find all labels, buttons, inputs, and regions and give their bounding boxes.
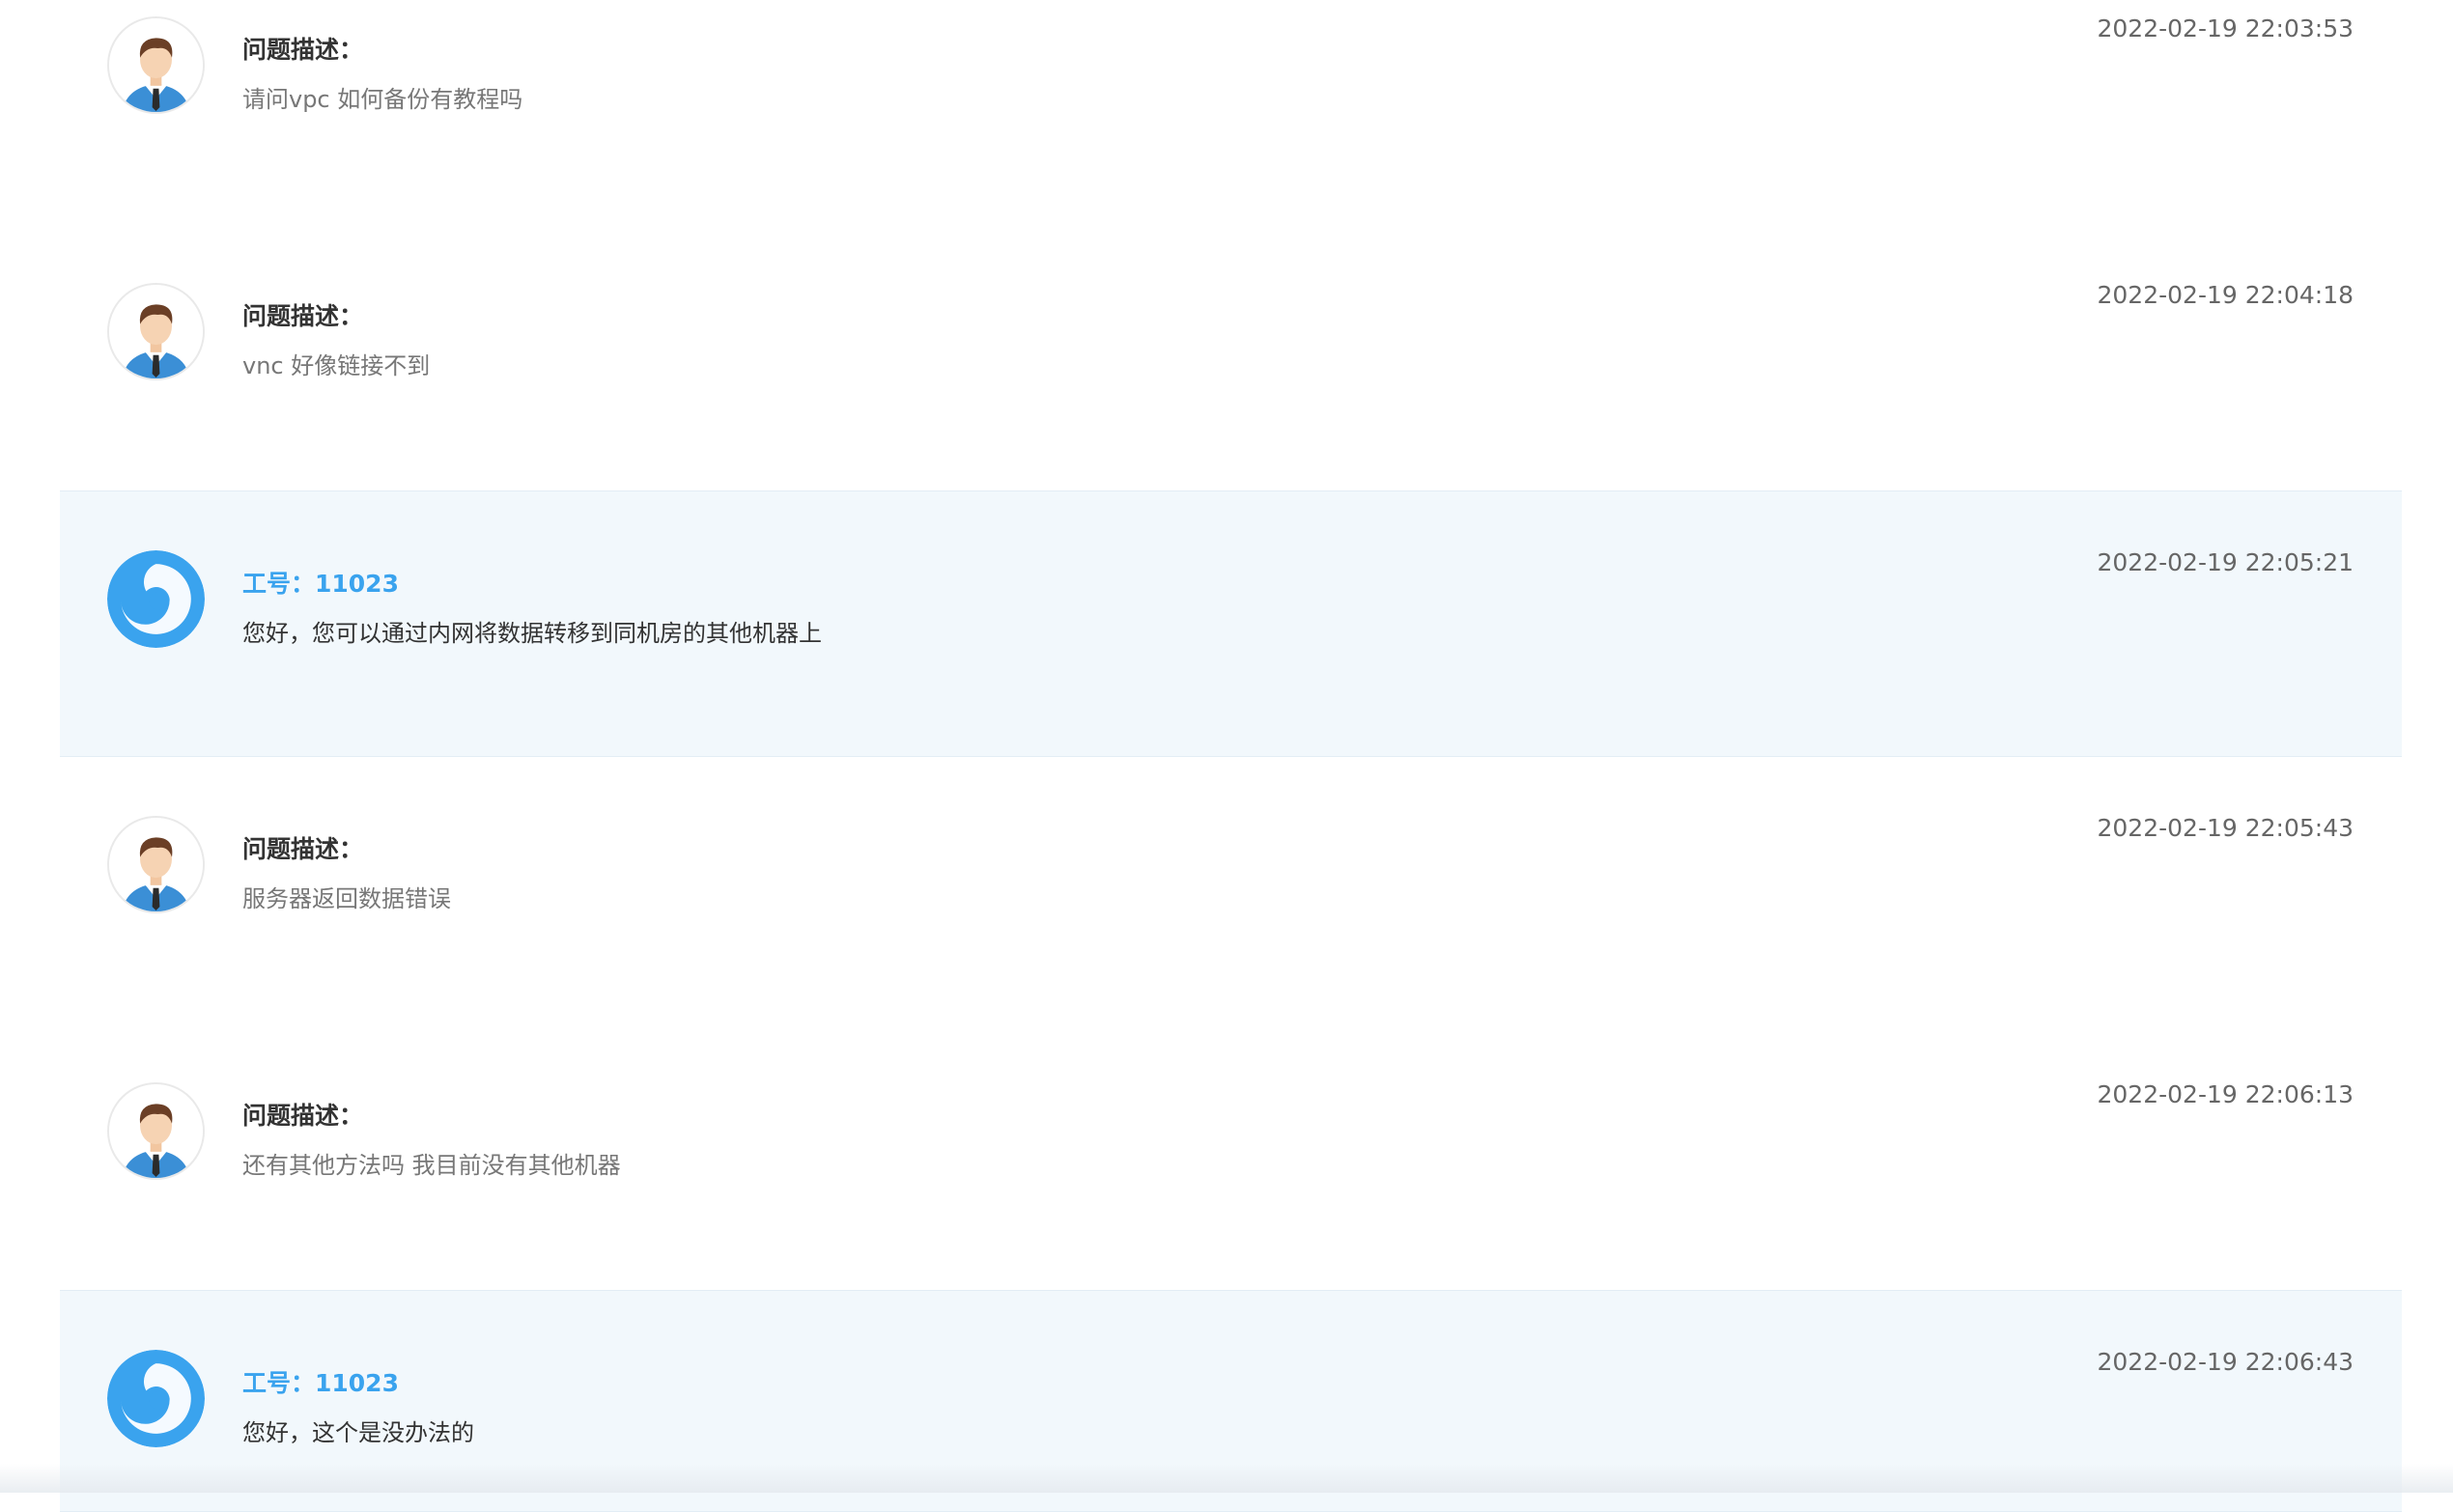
message-timestamp: 2022-02-19 22:06:13 xyxy=(2097,1080,2354,1108)
message-item: 问题描述： vnc 好像链接不到 2022-02-19 22:04:18 xyxy=(60,189,2402,456)
message-text: 请问vpc 如何备份有教程吗 xyxy=(242,86,523,113)
message-title: 问题描述： xyxy=(242,36,364,64)
message-title: 问题描述： xyxy=(242,835,364,863)
message-title: 问题描述： xyxy=(242,1102,364,1130)
agent-logo-icon xyxy=(107,550,205,648)
user-avatar-icon xyxy=(107,283,205,380)
message-item: 问题描述： 还有其他方法吗 我目前没有其他机器 2022-02-19 22:06… xyxy=(60,993,2402,1259)
message-text: vnc 好像链接不到 xyxy=(242,352,431,379)
agent-id-label: 工号：11023 xyxy=(242,1369,399,1397)
user-avatar-icon xyxy=(107,816,205,913)
message-thread: 问题描述： 请问vpc 如何备份有教程吗 2022-02-19 22:03:53… xyxy=(0,0,2453,1512)
message-timestamp: 2022-02-19 22:05:43 xyxy=(2097,814,2354,842)
message-text: 还有其他方法吗 我目前没有其他机器 xyxy=(242,1152,621,1179)
agent-id-label: 工号：11023 xyxy=(242,570,399,598)
message-text: 服务器返回数据错误 xyxy=(242,885,451,912)
message-timestamp: 2022-02-19 22:03:53 xyxy=(2097,14,2354,42)
message-timestamp: 2022-02-19 22:05:21 xyxy=(2097,548,2354,576)
message-timestamp: 2022-02-19 22:04:18 xyxy=(2097,281,2354,309)
message-item: 问题描述： 服务器返回数据错误 2022-02-19 22:05:43 xyxy=(60,726,2402,993)
user-avatar-icon xyxy=(107,16,205,114)
message-title: 问题描述： xyxy=(242,302,364,330)
message-text: 您好，这个是没办法的 xyxy=(242,1419,474,1446)
agent-logo-icon xyxy=(107,1350,205,1447)
bottom-fade xyxy=(0,1464,2453,1493)
message-item-agent: 工号：11023 您好，您可以通过内网将数据转移到同机房的其他机器上 2022-… xyxy=(60,490,2402,757)
message-timestamp: 2022-02-19 22:06:43 xyxy=(2097,1348,2354,1376)
user-avatar-icon xyxy=(107,1082,205,1180)
message-item: 问题描述： 请问vpc 如何备份有教程吗 2022-02-19 22:03:53 xyxy=(60,0,2402,189)
message-text: 您好，您可以通过内网将数据转移到同机房的其他机器上 xyxy=(242,620,822,647)
